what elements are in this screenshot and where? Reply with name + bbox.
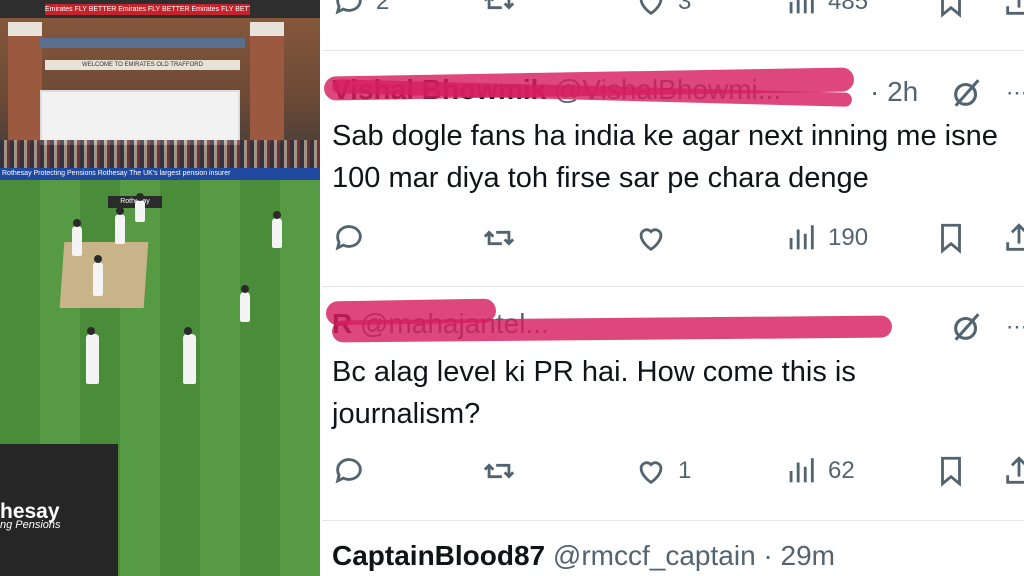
reply-button[interactable] xyxy=(332,451,366,491)
divider xyxy=(322,286,1024,287)
share-button[interactable] xyxy=(1002,0,1024,22)
reply-count: 2 xyxy=(376,0,390,15)
player xyxy=(135,193,145,222)
retweet-icon xyxy=(483,463,515,479)
heart-icon xyxy=(639,228,663,252)
like-button[interactable]: 1 xyxy=(634,451,691,491)
player xyxy=(183,327,196,384)
emirates-banner: Emirates FLY BETTER Emirates FLY BETTER … xyxy=(45,4,250,15)
share-icon xyxy=(1006,456,1024,484)
reply-icon xyxy=(335,458,362,484)
reply-icon xyxy=(335,0,362,15)
retweet-icon xyxy=(484,0,515,10)
share-icon xyxy=(1006,0,1024,15)
tweet-actions-top: 2 3 485 xyxy=(322,0,1024,22)
stand-seating-upper xyxy=(40,38,245,48)
like-count: 1 xyxy=(678,457,692,484)
retweet-button[interactable] xyxy=(482,0,516,22)
next-tweet-header: CaptainBlood87 @rmccf_captain · 29m xyxy=(332,540,835,572)
bookmark-icon xyxy=(941,456,961,487)
view-count: 190 xyxy=(828,224,869,251)
tweet-text: Bc alag level ki PR hai. How come this i… xyxy=(332,356,856,430)
reply-button[interactable]: 2 xyxy=(332,0,389,22)
ad-board-subtitle: ng Pensions xyxy=(0,519,61,531)
bookmark-button[interactable] xyxy=(934,451,968,491)
stadium-photo: Emirates FLY BETTER Emirates FLY BETTER … xyxy=(0,0,320,576)
bookmark-icon xyxy=(941,223,961,254)
author-handle[interactable]: @rmccf_captain xyxy=(553,540,756,571)
view-count: 485 xyxy=(828,0,869,15)
heart-icon xyxy=(639,461,663,485)
player-batsman xyxy=(93,255,103,296)
stand-sign: WELCOME TO EMIRATES OLD TRAFFORD xyxy=(45,60,240,70)
grok-icon[interactable] xyxy=(950,76,984,110)
tweet-actions: 1 62 xyxy=(322,451,1024,491)
grok-icon[interactable] xyxy=(950,310,984,344)
views-icon xyxy=(789,225,814,250)
heart-icon xyxy=(639,0,663,16)
tweet-actions: 190 xyxy=(322,218,1024,258)
more-icon[interactable]: ⋯ xyxy=(1006,80,1024,106)
bookmark-button[interactable] xyxy=(934,218,968,258)
share-button[interactable] xyxy=(1002,218,1024,258)
player xyxy=(115,207,125,244)
divider xyxy=(322,50,1024,51)
tweet-replies-panel: 2 3 485 Vishal Bhowmik @VishalBhowmi... … xyxy=(322,0,1024,576)
player xyxy=(86,327,99,384)
sightscreen xyxy=(40,90,240,145)
pavilion-tower-right xyxy=(250,22,284,142)
retweet-button[interactable] xyxy=(482,218,516,258)
reply-button[interactable] xyxy=(332,218,366,258)
retweet-button[interactable] xyxy=(482,451,516,491)
player xyxy=(240,285,250,322)
author-name[interactable]: CaptainBlood87 xyxy=(332,540,545,571)
views-icon xyxy=(789,458,814,483)
tweet-time[interactable]: · 29m xyxy=(763,540,835,571)
retweet-icon xyxy=(483,230,515,246)
views-button[interactable]: 485 xyxy=(784,0,868,22)
player xyxy=(272,211,282,248)
redaction-scribble xyxy=(331,315,893,343)
view-count: 62 xyxy=(828,457,855,484)
tweet-text: Sab dogle fans ha india ke agar next inn… xyxy=(332,120,998,194)
advertising-board: Rothesay Protecting Pensions Rothesay Th… xyxy=(0,168,320,180)
more-icon[interactable]: ⋯ xyxy=(1006,314,1024,340)
bookmark-icon xyxy=(941,0,961,18)
views-icon xyxy=(789,0,814,14)
views-button[interactable]: 62 xyxy=(784,451,855,491)
bookmark-button[interactable] xyxy=(934,0,968,22)
pavilion-tower-left xyxy=(8,22,42,142)
crowd xyxy=(0,140,320,168)
divider xyxy=(322,520,1024,521)
player xyxy=(72,219,82,256)
share-icon xyxy=(1006,223,1024,251)
views-button[interactable]: 190 xyxy=(784,218,868,258)
tweet-time[interactable]: · 2h xyxy=(870,76,918,108)
reply-icon xyxy=(335,225,362,251)
share-button[interactable] xyxy=(1002,451,1024,491)
like-button[interactable]: 3 xyxy=(634,0,691,22)
like-button[interactable] xyxy=(634,218,668,258)
like-count: 3 xyxy=(678,0,692,15)
